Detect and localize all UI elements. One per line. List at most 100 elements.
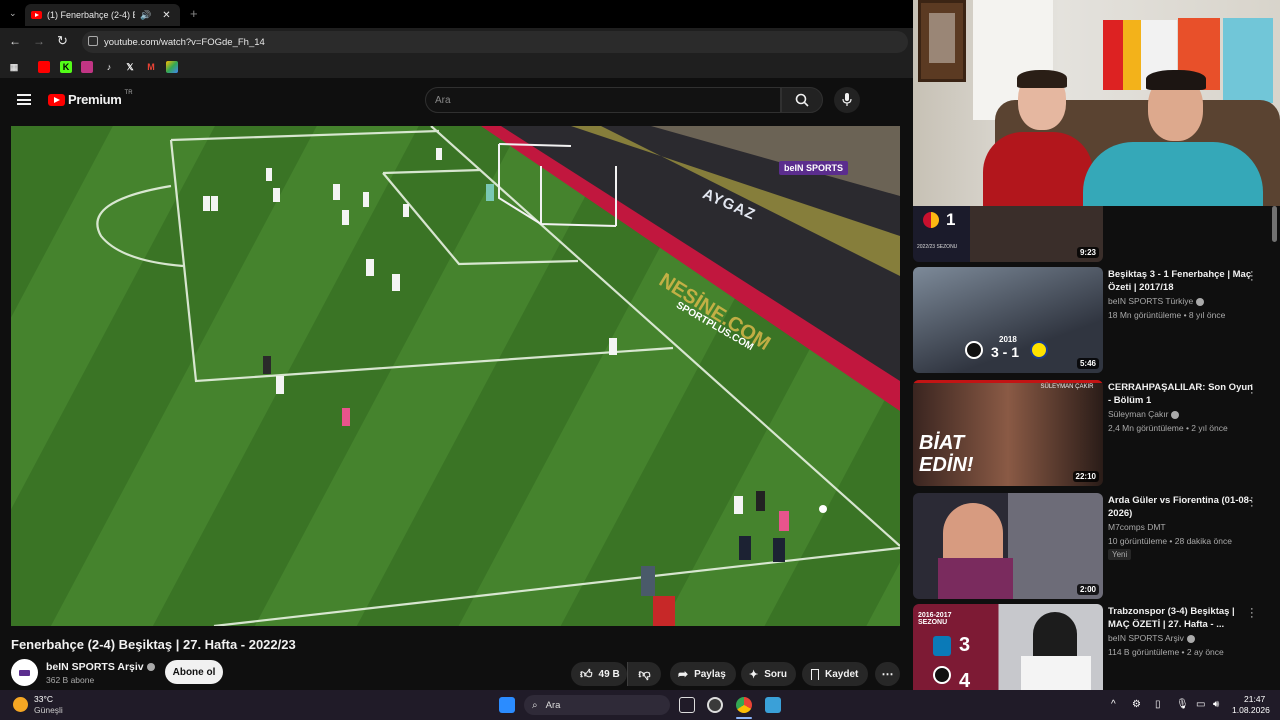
ask-label: Soru <box>764 668 787 680</box>
related-video[interactable]: 2:00 Arda Güler vs Fiorentina (01-08-202… <box>913 493 1280 599</box>
share-label: Paylaş <box>694 668 726 680</box>
save-button[interactable]: Kaydet <box>802 662 868 686</box>
back-icon[interactable]: ← <box>9 34 21 48</box>
video-title[interactable]: Arda Güler vs Fiorentina (01-08-2026) <box>1108 494 1258 520</box>
clock-date[interactable]: 1.08.2026 <box>1232 705 1270 715</box>
webcam-overlay <box>913 0 1280 206</box>
video-meta: 18 Mn görüntüleme • 8 yıl önce <box>1108 310 1226 320</box>
person-left <box>983 70 1093 206</box>
video-title: Fenerbahçe (2-4) Beşiktaş | 27. Hafta - … <box>11 637 296 652</box>
tiktok-bookmark-icon[interactable]: ♪ <box>103 61 115 73</box>
site-info-icon[interactable] <box>88 36 98 46</box>
like-count: 49 B <box>598 668 620 680</box>
instagram-bookmark-icon[interactable] <box>81 61 93 73</box>
related-video-partial[interactable]: 1 2022/23 SEZONU 9:23 <box>913 206 1280 262</box>
video-duration: 9:23 <box>1076 247 1099 258</box>
more-vertical-icon[interactable]: · · · <box>1250 380 1254 399</box>
drive-bookmark-icon[interactable] <box>166 61 178 73</box>
logo-text: Premium <box>68 92 122 107</box>
network-icon[interactable]: ▭ <box>1196 699 1205 710</box>
more-vertical-icon[interactable]: · · · <box>1250 604 1254 623</box>
browser-tab-bar: ⌄ (1) Fenerbahçe (2-4) Beşikta 🔊 ✕ + <box>0 0 913 28</box>
besiktas-badge-icon <box>965 341 983 359</box>
sidebar-scrollbar[interactable] <box>1272 206 1277 242</box>
video-title[interactable]: CERRAHPAŞALILAR: Son Oyun - Bölüm 1 <box>1108 381 1258 407</box>
video-thumbnail[interactable]: 2016-2017 SEZONU 3 4 <box>913 604 1103 690</box>
search-placeholder: Ara <box>435 94 451 106</box>
tray-app-icon[interactable]: ⚙ <box>1132 699 1141 710</box>
browser-tab[interactable]: (1) Fenerbahçe (2-4) Beşikta 🔊 ✕ <box>25 4 180 26</box>
app-icon[interactable] <box>765 697 781 713</box>
tab-list-chevron-icon[interactable]: ⌄ <box>9 8 17 19</box>
weather-sun-icon[interactable] <box>13 697 28 712</box>
video-channel[interactable]: beIN SPORTS Türkiye <box>1108 296 1205 306</box>
gmail-bookmark-icon[interactable]: M <box>145 61 157 73</box>
clock-time[interactable]: 21:47 <box>1244 694 1265 704</box>
search-icon: ⌕ <box>532 699 538 711</box>
verified-icon <box>146 663 155 672</box>
channel-name[interactable]: beIN SPORTS Arşiv <box>46 661 155 673</box>
tray-overflow-icon[interactable]: ^ <box>1111 699 1116 710</box>
video-channel[interactable]: beIN SPORTS Arşiv <box>1108 633 1195 643</box>
like-button[interactable]: 👍︎ 49 B <box>571 662 627 686</box>
share-icon: ➦ <box>678 667 689 681</box>
video-thumbnail[interactable]: 2018 3 - 1 5:46 <box>913 267 1103 373</box>
related-video[interactable]: SÜLEYMAN ÇAKIR BİAT EDİN! 22:10 CERRAHPA… <box>913 380 1280 486</box>
new-tab-icon[interactable]: + <box>190 6 198 21</box>
more-vertical-icon[interactable]: · · · <box>1250 493 1254 512</box>
x-bookmark-icon[interactable]: 𝕏 <box>124 61 136 73</box>
video-channel[interactable]: M7comps DMT <box>1108 522 1166 532</box>
thumbs-down-icon: 👎︎ <box>638 666 651 681</box>
video-title[interactable]: Trabzonspor (3-4) Beşiktaş | MAÇ ÖZETİ |… <box>1108 605 1258 631</box>
dislike-button[interactable]: 👎︎ <box>627 662 661 686</box>
logo-country: TR <box>124 89 133 96</box>
new-badge: Yeni <box>1108 549 1132 560</box>
channel-avatar[interactable] <box>11 659 38 686</box>
voice-search-button[interactable] <box>834 87 860 113</box>
video-title[interactable]: Beşiktaş 3 - 1 Fenerbahçe | Maç Özeti | … <box>1108 268 1258 294</box>
speaker-icon[interactable]: 🔊 <box>140 10 151 21</box>
related-videos-sidebar: 1 2022/23 SEZONU 9:23 2018 3 - 1 5:46 Be… <box>913 206 1280 690</box>
video-duration: 22:10 <box>1072 471 1099 482</box>
video-thumbnail[interactable]: 1 2022/23 SEZONU 9:23 <box>913 206 1103 262</box>
tab-close-icon[interactable]: ✕ <box>162 10 170 21</box>
related-video[interactable]: 2016-2017 SEZONU 3 4 Trabzonspor (3-4) B… <box>913 604 1280 690</box>
sparkle-icon: ✦ <box>749 668 759 681</box>
search-button[interactable] <box>781 87 823 113</box>
reload-icon[interactable]: ↻ <box>57 33 68 49</box>
forward-icon[interactable]: → <box>33 34 45 48</box>
weather-temp[interactable]: 33°C <box>34 694 53 704</box>
menu-icon[interactable] <box>17 94 31 105</box>
related-video[interactable]: 2018 3 - 1 5:46 Beşiktaş 3 - 1 Fenerbahç… <box>913 267 1280 373</box>
youtube-bookmark-icon[interactable] <box>38 61 50 73</box>
video-player[interactable]: AYGAZ SPORTPLUS.COM NESİNE.COM beIN SPOR… <box>11 126 900 626</box>
url-input[interactable]: youtube.com/watch?v=FOGde_Fh_14 <box>82 31 908 53</box>
channel-name-text: beIN SPORTS Arşiv <box>46 661 144 673</box>
obs-icon[interactable] <box>707 697 723 713</box>
task-view-icon[interactable] <box>679 697 695 713</box>
microphone-icon <box>842 93 852 106</box>
video-channel[interactable]: Süleyman Çakır <box>1108 409 1180 419</box>
volume-icon[interactable]: 🔊︎ <box>1213 699 1219 710</box>
ask-button[interactable]: ✦ Soru <box>741 662 796 686</box>
verified-icon <box>1171 410 1180 419</box>
video-thumbnail[interactable]: 2:00 <box>913 493 1103 599</box>
more-actions-button[interactable]: ⋯ <box>875 662 900 686</box>
chrome-icon[interactable] <box>736 697 752 713</box>
windows-start-icon[interactable] <box>499 697 515 713</box>
taskbar-search[interactable]: ⌕ Ara <box>524 695 670 715</box>
more-vertical-icon[interactable]: · · · <box>1250 267 1254 286</box>
thumb-score: 3 - 1 <box>991 344 1020 360</box>
video-thumbnail[interactable]: SÜLEYMAN ÇAKIR BİAT EDİN! 22:10 <box>913 380 1103 486</box>
video-duration: 2:00 <box>1076 584 1099 595</box>
share-button[interactable]: ➦ Paylaş <box>670 662 736 686</box>
battery-icon[interactable]: ▯ <box>1155 699 1161 710</box>
apps-grid-icon[interactable]: ▦ <box>8 61 20 73</box>
subscribe-button[interactable]: Abone ol <box>165 660 223 684</box>
mic-tray-icon[interactable]: 🎙︎ <box>1176 699 1189 710</box>
search-input[interactable]: Ara <box>425 87 781 113</box>
youtube-favicon-icon <box>31 11 42 19</box>
youtube-logo[interactable]: Premium TR <box>48 89 133 107</box>
kick-bookmark-icon[interactable]: K <box>60 61 72 73</box>
bookmarks-bar: ▦ K ♪ 𝕏 M <box>0 56 913 78</box>
